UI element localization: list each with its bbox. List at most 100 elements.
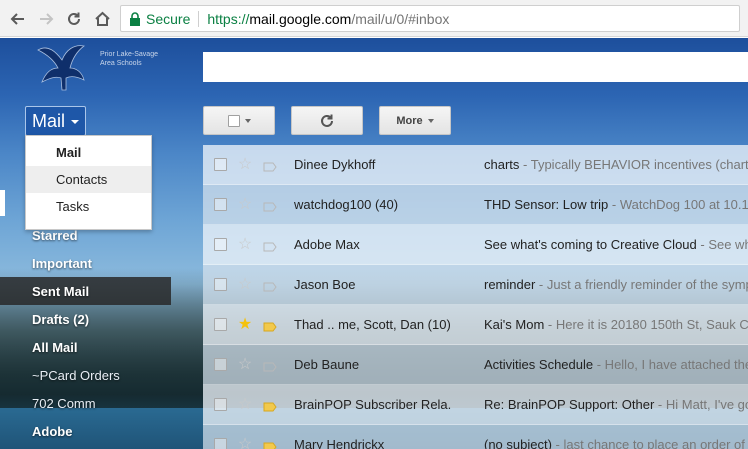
mail-switcher-button[interactable]: Mail	[25, 106, 86, 136]
app-switcher-menu: Mail Contacts Tasks	[25, 135, 152, 230]
message-summary: Kai's Mom - Here it is 20180 150th St, S…	[484, 317, 748, 332]
message-row[interactable]: ☆ Jason Boe reminder - Just a friendly rem…	[203, 265, 748, 305]
sidebar-item-important[interactable]: Important	[0, 249, 203, 277]
message-summary: (no subject) - last chance to place an o…	[484, 437, 748, 449]
sidebar-item-drafts[interactable]: Drafts (2)	[0, 305, 203, 333]
row-checkbox[interactable]	[214, 318, 227, 331]
lock-icon	[129, 11, 141, 26]
back-arrow-icon[interactable]	[7, 8, 29, 30]
mail-switcher-label: Mail	[32, 110, 66, 131]
message-summary: Re: BrainPOP Support: Other - Hi Matt, I…	[484, 397, 748, 412]
message-sender: Deb Baune	[294, 357, 360, 372]
row-checkbox[interactable]	[214, 278, 227, 291]
message-subject: See what's coming to Creative Cloud	[484, 237, 697, 252]
home-icon[interactable]	[91, 8, 113, 30]
message-subject: Kai's Mom	[484, 317, 545, 332]
chevron-down-icon	[427, 118, 434, 123]
message-snippet: - Hi Matt, I've go	[654, 397, 748, 412]
message-row[interactable]: ★ Thad .. me, Scott, Dan (10) Kai's Mom - …	[203, 305, 748, 345]
message-summary: charts - Typically BEHAVIOR incentives (…	[484, 157, 748, 172]
select-checkbox-button[interactable]	[203, 106, 275, 135]
message-summary: Activities Schedule - Hello, I have atta…	[484, 357, 748, 372]
message-sender: BrainPOP Subscriber Rela.	[294, 397, 452, 412]
message-summary: reminder - Just a friendly reminder of t…	[484, 277, 748, 292]
sidebar-item-sent-mail[interactable]: Sent Mail	[0, 277, 171, 305]
menu-item-tasks[interactable]: Tasks	[26, 193, 151, 220]
message-sender: watchdog100 (40)	[294, 197, 399, 212]
row-checkbox[interactable]	[214, 438, 227, 449]
message-sender: Dinee Dykhoff	[294, 157, 376, 172]
sidebar: Starred Important Sent Mail Drafts (2) A…	[0, 221, 203, 445]
menu-item-mail[interactable]: Mail	[26, 139, 151, 166]
url-scheme: https://	[207, 10, 250, 27]
message-subject: Re: BrainPOP Support: Other	[484, 397, 655, 412]
message-sender: Thad .. me, Scott, Dan (10)	[294, 317, 451, 332]
message-snippet: - Typically BEHAVIOR incentives (charts	[519, 157, 748, 172]
message-row[interactable]: ☆ Deb Baune Activities Schedule - Hello, I…	[203, 345, 748, 385]
address-bar[interactable]: Secure https:// mail.google.com /mail/u/…	[120, 5, 740, 32]
message-snippet: - Just a friendly reminder of the symp	[535, 277, 748, 292]
row-checkbox[interactable]	[214, 238, 227, 251]
chevron-down-icon	[244, 118, 251, 123]
message-row[interactable]: ☆ watchdog100 (40) THD Sensor: Low trip - …	[203, 185, 748, 225]
reload-icon[interactable]	[63, 8, 85, 30]
star-icon[interactable]: ☆	[237, 436, 253, 449]
message-subject: charts	[484, 157, 520, 172]
importance-marker-icon[interactable]	[263, 360, 277, 371]
forward-arrow-icon[interactable]	[35, 8, 57, 30]
message-snippet: - See wh	[696, 237, 748, 252]
message-subject: (no subject)	[484, 437, 552, 449]
star-icon[interactable]: ★	[237, 316, 253, 333]
more-button[interactable]: More	[379, 106, 451, 135]
row-checkbox[interactable]	[214, 158, 227, 171]
message-sender: Mary Hendrickx	[294, 437, 385, 449]
message-snippet: - WatchDog 100 at 10.10	[608, 197, 748, 212]
search-input[interactable]	[203, 52, 748, 82]
message-summary: THD Sensor: Low trip - WatchDog 100 at 1…	[484, 197, 748, 212]
row-checkbox[interactable]	[214, 198, 227, 211]
sidebar-compose-marker	[0, 190, 5, 216]
star-icon[interactable]: ☆	[237, 196, 253, 213]
message-subject: Activities Schedule	[484, 357, 594, 372]
star-icon[interactable]: ☆	[237, 276, 253, 293]
url-host: mail.google.com	[249, 10, 352, 27]
omnibox-divider	[198, 10, 200, 27]
star-icon[interactable]: ☆	[237, 396, 253, 413]
browser-toolbar: Secure https:// mail.google.com /mail/u/…	[0, 0, 748, 37]
star-icon[interactable]: ☆	[237, 356, 253, 373]
sidebar-item-702-comm[interactable]: 702 Comm	[0, 389, 203, 417]
message-sender: Jason Boe	[294, 277, 356, 292]
importance-marker-icon[interactable]	[263, 160, 277, 171]
message-summary: See what's coming to Creative Cloud - Se…	[484, 237, 748, 252]
message-snippet: - Here it is 20180 150th St, Sauk Ce	[544, 317, 748, 332]
message-subject: reminder	[484, 277, 536, 292]
message-row[interactable]: ☆ BrainPOP Subscriber Rela. Re: BrainPOP S…	[203, 385, 748, 425]
star-icon[interactable]: ☆	[237, 236, 253, 253]
message-snippet: - last chance to place an order of c	[551, 437, 748, 449]
importance-marker-icon[interactable]	[263, 280, 277, 291]
sidebar-item-adobe[interactable]: Adobe	[0, 417, 203, 445]
refresh-button[interactable]	[291, 106, 363, 135]
url-path: /mail/u/0/#inbox	[351, 10, 450, 27]
importance-marker-icon[interactable]	[263, 240, 277, 251]
importance-marker-icon[interactable]	[263, 200, 277, 211]
message-list: ☆ Dinee Dykhoff charts - Typically BEHAVIO…	[203, 145, 748, 449]
row-checkbox[interactable]	[214, 398, 227, 411]
refresh-icon	[321, 114, 333, 127]
sidebar-item-pcard-orders[interactable]: ~PCard Orders	[0, 361, 203, 389]
chevron-down-icon	[71, 120, 80, 124]
message-row[interactable]: ☆ Dinee Dykhoff charts - Typically BEHAVIO…	[203, 145, 748, 185]
menu-item-contacts[interactable]: Contacts	[26, 166, 151, 193]
checkbox-icon	[227, 114, 240, 127]
star-icon[interactable]: ☆	[237, 156, 253, 173]
sidebar-item-all-mail[interactable]: All Mail	[0, 333, 203, 361]
importance-marker-icon[interactable]	[263, 440, 277, 449]
message-row[interactable]: ☆ Adobe Max See what's coming to Creative …	[203, 225, 748, 265]
message-row[interactable]: ☆ Mary Hendrickx (no subject) - last chanc…	[203, 425, 748, 449]
importance-marker-icon[interactable]	[263, 320, 277, 331]
importance-marker-icon[interactable]	[263, 400, 277, 411]
message-snippet: - Hello, I have attached the	[593, 357, 748, 372]
row-checkbox[interactable]	[214, 358, 227, 371]
gmail-window: Prior Lake-Savage Area Schools Mail More…	[0, 38, 748, 449]
eagle-logo-icon[interactable]	[30, 40, 100, 95]
